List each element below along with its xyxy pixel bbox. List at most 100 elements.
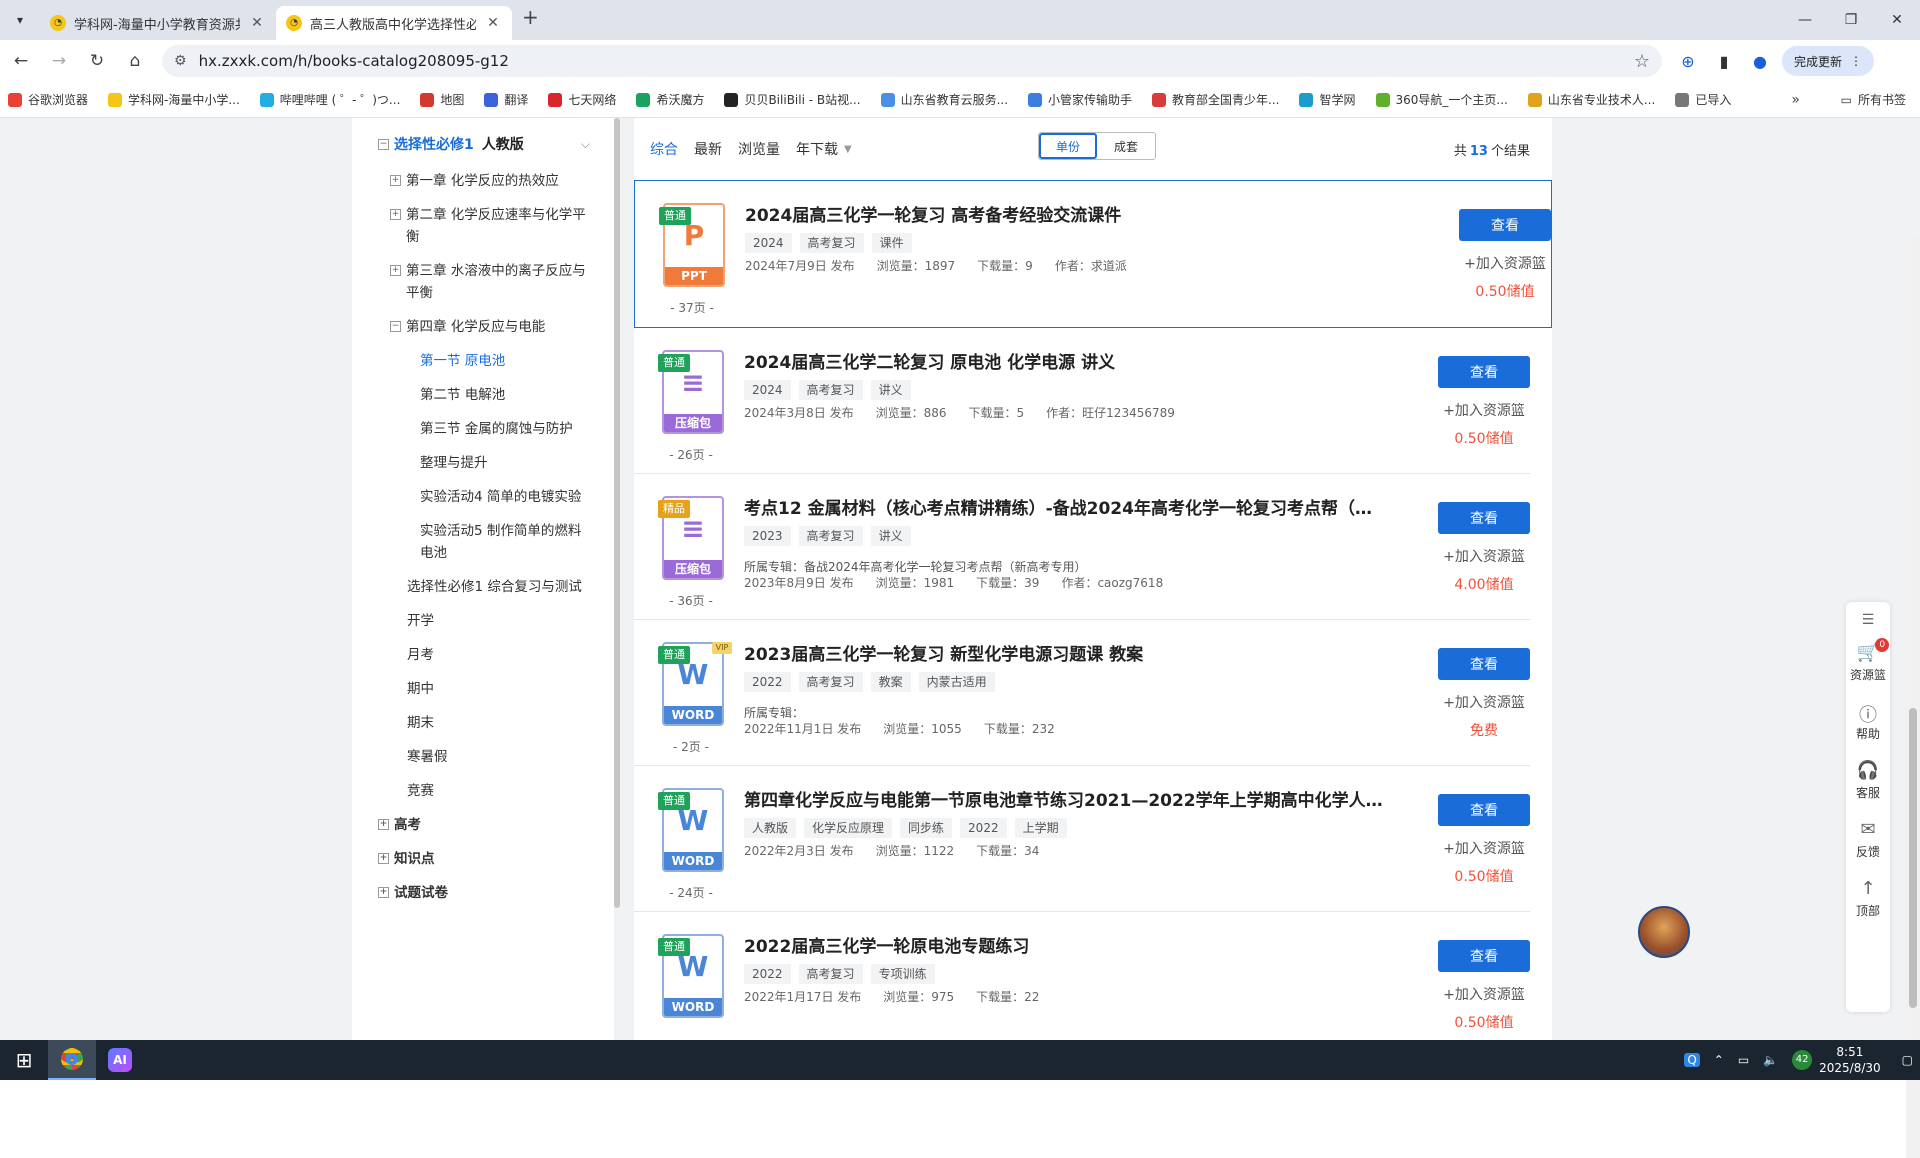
toggle-set[interactable]: 成套 (1097, 133, 1155, 159)
add-to-basket-link[interactable]: +加入资源篮 (1438, 400, 1530, 420)
tool-feedback[interactable]: ✉ 反馈 (1846, 819, 1890, 860)
sort-latest[interactable]: 最新 (694, 139, 722, 159)
resource-card[interactable]: 普通 VIP W WORD - 2页 -2023届高三化学一轮复习 新型化学电源习题课 … (634, 620, 1530, 766)
catalog-item[interactable]: + 第三章 水溶液中的离子反应与平衡 (352, 254, 614, 310)
tab-search-button[interactable]: ▾ (6, 6, 34, 34)
toggle-single[interactable]: 单份 (1039, 133, 1097, 159)
tab-zxxk-home[interactable]: ◔ 学科网-海量中小学教育资源共享 ✕ (40, 6, 276, 40)
resource-tag[interactable]: 讲义 (870, 526, 911, 546)
catalog-item[interactable]: 第二节 电解池 (352, 378, 614, 412)
resource-title[interactable]: 2022届高三化学一轮原电池专题练习 (744, 932, 1384, 957)
catalog-item[interactable]: + 知识点 (352, 842, 614, 876)
back-icon[interactable]: ← (4, 44, 38, 78)
resource-tag[interactable]: 内蒙古适用 (918, 672, 995, 692)
clock[interactable]: 8:51 2025/8/30 (1819, 1044, 1881, 1076)
weather-badge[interactable]: 42 (1792, 1050, 1813, 1070)
resource-tag[interactable]: 人教版 (744, 818, 797, 838)
catalog-item[interactable]: 竞赛 (352, 774, 614, 808)
catalog-item[interactable]: 月考 (352, 638, 614, 672)
bookmark-item[interactable]: 山东省专业技术人... (1527, 91, 1655, 108)
chevron-down-icon[interactable]: ⌵ (581, 137, 590, 152)
profile-icon[interactable]: ● (1746, 47, 1774, 75)
view-button[interactable]: 查看 (1438, 502, 1530, 534)
resource-title[interactable]: 第四章化学反应与电能第一节原电池章节练习2021—2022学年上学期高中化学人教… (744, 786, 1384, 811)
bookmark-item[interactable]: 谷歌浏览器 (8, 91, 88, 108)
bookmark-item[interactable]: 希沃魔方 (636, 91, 704, 108)
more-bookmarks-icon[interactable]: » (1791, 92, 1800, 108)
bookmark-item[interactable]: 七天网络 (548, 91, 616, 108)
resource-tag[interactable]: 高考复习 (798, 672, 863, 692)
bookmark-item[interactable]: 小管家传输助手 (1028, 91, 1132, 108)
bookmark-item[interactable]: 智学网 (1299, 91, 1356, 108)
resource-tag[interactable]: 2024 (745, 233, 792, 253)
add-to-basket-link[interactable]: +加入资源篮 (1438, 692, 1530, 712)
resource-card[interactable]: 普通 W WORD 2022届高三化学一轮原电池专题练习 2022 高考复习 专项训练 202… (634, 912, 1530, 1058)
expand-icon[interactable]: + (378, 853, 389, 864)
home-icon[interactable]: ⌂ (118, 44, 152, 78)
resource-title[interactable]: 2024届高三化学二轮复习 原电池 化学电源 讲义 (744, 348, 1384, 373)
resource-tag[interactable]: 2022 (960, 818, 1007, 838)
sort-downloads[interactable]: 年下载 (796, 139, 838, 159)
collapse-icon[interactable]: − (390, 321, 401, 332)
resource-title[interactable]: 2024届高三化学一轮复习 高考备考经验交流课件 (745, 201, 1385, 226)
expand-icon[interactable]: + (390, 209, 401, 220)
view-button[interactable]: 查看 (1438, 940, 1530, 972)
resource-tag[interactable]: 2023 (744, 526, 791, 546)
forward-icon[interactable]: → (42, 44, 76, 78)
update-button[interactable]: 完成更新 ⋮ (1782, 46, 1875, 76)
catalog-item[interactable]: 整理与提升 (352, 446, 614, 480)
add-to-basket-link[interactable]: +加入资源篮 (1459, 253, 1551, 273)
catalog-item[interactable]: − 第四章 化学反应与电能 (352, 310, 614, 344)
bookmark-item[interactable]: 教育部全国青少年... (1152, 91, 1279, 108)
collapse-icon[interactable]: − (378, 138, 389, 150)
bookmark-item[interactable]: 已导入 (1675, 91, 1731, 108)
expand-icon[interactable]: + (378, 819, 389, 830)
all-bookmarks-button[interactable]: ▭ 所有书签 (1841, 91, 1906, 108)
tray-expand-icon[interactable]: ⌃ (1714, 1053, 1724, 1067)
view-button[interactable]: 查看 (1438, 648, 1530, 680)
resource-tag[interactable]: 2022 (744, 964, 791, 984)
catalog-item[interactable]: + 第一章 化学反应的热效应 (352, 164, 614, 198)
catalog-item[interactable]: + 试题试卷 (352, 876, 614, 910)
side-panel-icon[interactable]: ▮ (1710, 47, 1738, 75)
catalog-item[interactable]: + 第二章 化学反应速率与化学平衡 (352, 198, 614, 254)
album-info[interactable]: 所属专辑： (744, 704, 804, 721)
resource-tag[interactable]: 专项训练 (870, 964, 935, 984)
ai-app-taskbar-icon[interactable]: AI (96, 1040, 144, 1080)
address-bar[interactable]: ⚙ hx.zxxk.com/h/books-catalog208095-g12 … (162, 45, 1662, 77)
bookmark-item[interactable]: 学科网-海量中小学... (108, 91, 240, 108)
assistant-avatar[interactable] (1638, 906, 1690, 958)
catalog-item[interactable]: 第三节 金属的腐蚀与防护 (352, 412, 614, 446)
view-button[interactable]: 查看 (1438, 794, 1530, 826)
catalog-item[interactable]: 实验活动5 制作简单的燃料电池 (352, 514, 614, 570)
add-to-basket-link[interactable]: +加入资源篮 (1438, 838, 1530, 858)
album-info[interactable]: 所属专辑：备战2024年高考化学一轮复习考点帮（新高考专用） (744, 558, 1087, 575)
tool-cart[interactable]: 🛒 0 资源篮 (1846, 638, 1890, 683)
new-tab-button[interactable]: + (522, 5, 539, 29)
bookmark-item[interactable]: 地图 (420, 91, 464, 108)
page-scrollbar[interactable] (1906, 236, 1920, 1158)
resource-tag[interactable]: 同步练 (900, 818, 953, 838)
expand-icon[interactable]: + (378, 887, 389, 898)
volume-icon[interactable]: 🔈 (1763, 1053, 1778, 1067)
resource-tag[interactable]: 2024 (744, 380, 791, 400)
start-icon[interactable]: ⊞ (0, 1040, 48, 1080)
close-tab-icon[interactable]: ✕ (248, 15, 266, 31)
sort-arrow-icon[interactable]: ▼ (844, 144, 852, 155)
catalog-item[interactable]: 第一节 原电池 (352, 344, 614, 378)
sidebar-scrollbar[interactable] (614, 118, 620, 908)
reload-icon[interactable]: ↻ (80, 44, 114, 78)
minimize-icon[interactable]: — (1782, 0, 1828, 40)
scrollbar-thumb[interactable] (1909, 708, 1917, 1008)
resource-tag[interactable]: 高考复习 (798, 964, 863, 984)
resource-card[interactable]: 普通 P PPT - 37页 - 2024届高三化学一轮复习 高考备考经验交流课件 202… (634, 180, 1552, 328)
resource-tag[interactable]: 讲义 (870, 380, 911, 400)
restore-icon[interactable]: ❐ (1828, 0, 1874, 40)
resource-title[interactable]: 2023届高三化学一轮复习 新型化学电源习题课 教案 (744, 640, 1384, 665)
tool-headset[interactable]: 🎧 客服 (1846, 760, 1890, 801)
resource-tag[interactable]: 课件 (871, 233, 912, 253)
close-window-icon[interactable]: ✕ (1874, 0, 1920, 40)
chrome-taskbar-icon[interactable] (48, 1040, 96, 1080)
sort-comprehensive[interactable]: 综合 (650, 139, 678, 159)
site-info-icon[interactable]: ⚙ (174, 53, 187, 69)
